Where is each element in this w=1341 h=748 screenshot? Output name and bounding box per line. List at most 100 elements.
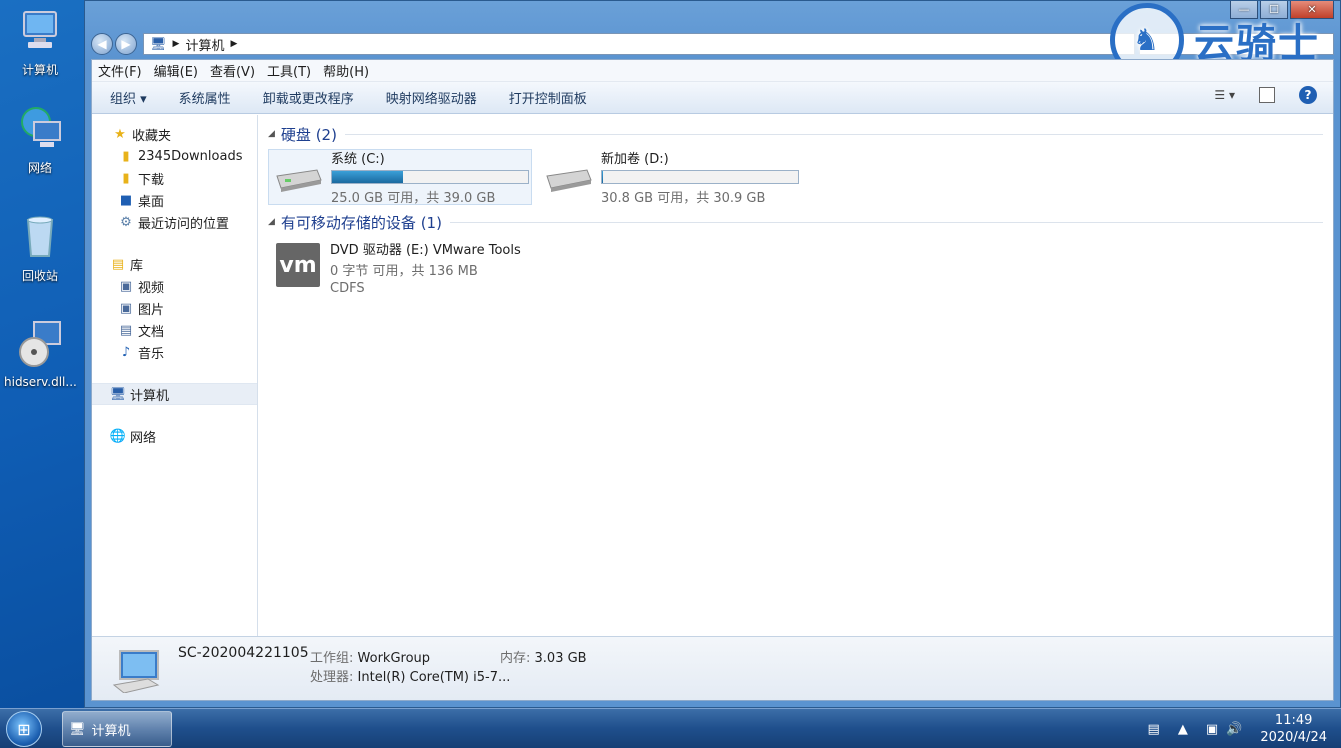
taskbar: ⊞ 🖥 计算机 ▤ ▲ ▣ 🔊 11:49 2020/4/24 <box>0 708 1341 748</box>
library-icon: ▤ <box>111 256 125 272</box>
drive-usage-bar <box>601 170 799 184</box>
show-hidden-icons-icon[interactable]: ▲ <box>1178 722 1188 737</box>
computer-name: SC-202004221105 <box>178 645 309 661</box>
drive-e[interactable]: vm DVD 驱动器 (E:) VMware Tools 0 字节 可用，共 1… <box>268 239 1323 296</box>
nav-pictures[interactable]: ▣ 图片 <box>92 297 257 319</box>
workgroup-value: WorkGroup <box>357 651 431 666</box>
desktop-icon-network[interactable]: 网络 <box>4 104 76 176</box>
star-icon: ★ <box>114 126 126 142</box>
address-bar[interactable]: 🖥 ▶ 计算机 ▶ <box>143 33 1135 55</box>
nav-label: 最近访问的位置 <box>138 216 230 232</box>
drive-filesystem: CDFS <box>330 281 365 296</box>
installer-icon <box>19 321 61 367</box>
menu-view[interactable]: 查看(V) <box>210 61 255 80</box>
nav-label: 文档 <box>138 324 165 340</box>
help-icon[interactable]: ? <box>1299 86 1317 104</box>
breadcrumb-computer[interactable]: 计算机 <box>185 35 224 54</box>
organize-button[interactable]: 组织 ▾ <box>110 88 147 107</box>
map-network-drive-button[interactable]: 映射网络驱动器 <box>386 88 477 107</box>
view-options-icon[interactable]: ☰ ▾ <box>1214 88 1235 102</box>
main-area: ★ 收藏夹 ▮ 2345Downloads ▮ 下载 ■ 桌面 ⚙ 最近访问的位… <box>92 115 1333 636</box>
open-control-panel-button[interactable]: 打开控制面板 <box>509 88 587 107</box>
system-properties-button[interactable]: 系统属性 <box>179 88 231 107</box>
menu-edit[interactable]: 编辑(E) <box>154 61 198 80</box>
group-header-removable[interactable]: ◢ 有可移动存储的设备 (1) <box>268 211 1323 233</box>
preview-pane-icon[interactable] <box>1259 87 1275 103</box>
clock-time: 11:49 <box>1274 713 1313 728</box>
nav-label: 库 <box>130 258 144 274</box>
menu-tools[interactable]: 工具(T) <box>267 61 311 80</box>
nav-favorites[interactable]: ★ 收藏夹 <box>92 123 257 145</box>
network-status-icon[interactable]: ▣ <box>1206 722 1218 737</box>
nav-music[interactable]: ♪ 音乐 <box>92 341 257 363</box>
desktop-icon-recycle-bin[interactable]: 回收站 <box>4 212 76 284</box>
nav-videos[interactable]: ▣ 视频 <box>92 275 257 297</box>
nav-label: 计算机 <box>130 388 170 404</box>
nav-desktop[interactable]: ■ 桌面 <box>92 189 257 211</box>
client-area: 文件(F) 编辑(E) 查看(V) 工具(T) 帮助(H) 组织 ▾ 系统属性 … <box>91 59 1334 701</box>
menu-help[interactable]: 帮助(H) <box>323 61 369 80</box>
clock[interactable]: 11:49 2020/4/24 <box>1260 712 1327 746</box>
uninstall-program-button[interactable]: 卸载或更改程序 <box>263 88 354 107</box>
nav-documents[interactable]: ▤ 文档 <box>92 319 257 341</box>
group-header-hard-disks[interactable]: ◢ 硬盘 (2) <box>268 123 1323 145</box>
drive-name: 系统 (C:) <box>331 152 385 167</box>
explorer-window: — ☐ ✕ ◀ ▶ 🖥 ▶ 计算机 ▶ ♞ 云骑士 文件(F) 编辑(E) 查看… <box>84 0 1341 708</box>
command-bar: 组织 ▾ 系统属性 卸载或更改程序 映射网络驱动器 打开控制面板 <box>92 82 1333 114</box>
group-title: 硬盘 (2) <box>280 125 337 144</box>
taskbar-item-computer[interactable]: 🖥 计算机 <box>62 711 172 747</box>
chevron-right-icon: ▶ <box>230 39 238 49</box>
nav-libraries[interactable]: ▤ 库 <box>92 253 257 275</box>
cpu-value: Intel(R) Core(TM) i5-7... <box>357 670 511 685</box>
memory-value: 3.03 GB <box>534 651 587 666</box>
nav-computer[interactable]: 🖥 计算机 <box>92 383 257 405</box>
drive-name: 新加卷 (D:) <box>601 152 669 167</box>
drive-info: 新加卷 (D:) 30.8 GB 可用，共 30.9 GB <box>601 148 801 206</box>
collapse-triangle-icon: ◢ <box>268 217 275 227</box>
start-button[interactable]: ⊞ <box>6 711 42 747</box>
back-button[interactable]: ◀ <box>91 33 113 55</box>
windows-logo-icon: ⊞ <box>17 719 31 739</box>
group-title: 有可移动存储的设备 (1) <box>280 213 442 232</box>
content-pane: ◢ 硬盘 (2) 系统 (C:) 25.0 GB 可用，共 39.0 GB 新加… <box>258 115 1333 636</box>
network-icon: 🌐 <box>109 428 127 444</box>
recycle-bin-icon <box>26 216 54 257</box>
computer-icon <box>23 11 57 48</box>
drive-name: DVD 驱动器 (E:) VMware Tools <box>330 243 521 258</box>
hard-drive-icon <box>276 169 322 192</box>
menu-bar: 文件(F) 编辑(E) 查看(V) 工具(T) 帮助(H) <box>92 60 1333 82</box>
keyboard-icon[interactable]: ▤ <box>1148 722 1160 737</box>
cpu-label: 处理器: <box>310 670 354 685</box>
nav-downloads[interactable]: ▮ 下载 <box>92 167 257 189</box>
drive-c[interactable]: 系统 (C:) 25.0 GB 可用，共 39.0 GB <box>268 149 532 206</box>
forward-button[interactable]: ▶ <box>115 33 137 55</box>
drive-usage-bar <box>331 170 529 184</box>
nav-label: 网络 <box>130 430 157 446</box>
menu-file[interactable]: 文件(F) <box>98 61 142 80</box>
nav-label: 2345Downloads <box>138 148 243 164</box>
desktop-icon-file[interactable]: hidserv.dll... <box>4 320 77 389</box>
desktop-icon-label: 回收站 <box>21 269 58 283</box>
nav-label: 下载 <box>138 172 165 188</box>
computer-icon <box>112 650 160 693</box>
details-pane: SC-202004221105 工作组: WorkGroup 内存: 3.03 … <box>92 636 1333 700</box>
desktop-icon-computer[interactable]: 计算机 <box>4 6 76 78</box>
document-icon: ▤ <box>119 322 133 338</box>
desktop-icon-label: 网络 <box>27 161 52 175</box>
group-divider <box>449 221 1323 223</box>
computer-icon: 🖥 <box>109 386 127 402</box>
drive-d[interactable]: 新加卷 (D:) 30.8 GB 可用，共 30.9 GB <box>538 148 802 206</box>
nav-recent-places[interactable]: ⚙ 最近访问的位置 <box>92 211 257 233</box>
nav-2345downloads[interactable]: ▮ 2345Downloads <box>92 145 257 167</box>
computer-icon: 🖥 <box>150 36 167 52</box>
folder-icon: ▮ <box>122 148 130 164</box>
volume-icon[interactable]: 🔊 <box>1226 722 1242 737</box>
nav-network[interactable]: 🌐 网络 <box>92 425 257 447</box>
cpu-row: 处理器: Intel(R) Core(TM) i5-7... <box>310 666 510 685</box>
desktop-icon-label: hidserv.dll... <box>4 375 77 389</box>
network-icon <box>21 107 61 147</box>
hard-drive-icon <box>546 169 592 192</box>
command-bar-right: ☰ ▾ ? <box>1214 86 1317 104</box>
nav-label: 收藏夹 <box>132 128 172 144</box>
group-divider <box>344 133 1323 135</box>
